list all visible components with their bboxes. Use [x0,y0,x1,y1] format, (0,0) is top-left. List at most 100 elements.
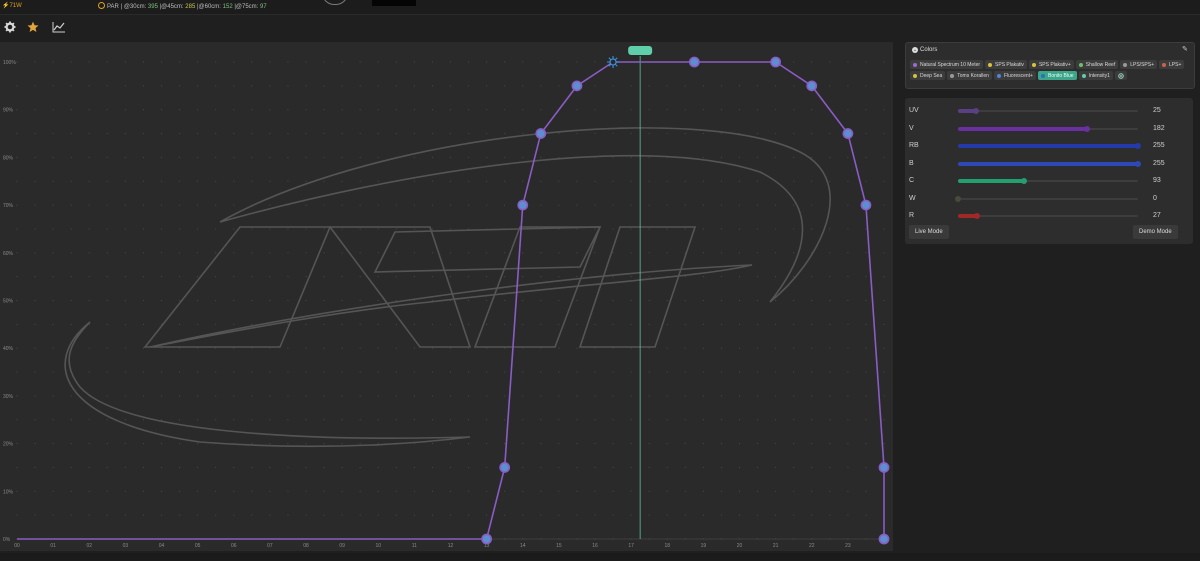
slider-handle[interactable] [1020,178,1027,184]
slider-handle[interactable] [974,213,981,219]
color-preset-chip[interactable]: Toms Korallen [947,71,992,80]
y-tick-label: 0% [3,537,11,543]
channel-row-c: C 93 [905,174,1193,188]
chart-line-icon[interactable] [51,19,67,35]
color-preset-label: Natural Spectrum 10 Meter [920,61,981,68]
x-tick-label: 12 [448,543,454,549]
color-preset-chip[interactable]: Fluorescent+ [993,71,1036,80]
light-schedule-chart[interactable]: 00 01 02 03 04 05 06 07 08 09 10 11 12 13 14 15 16 17 18 19… [0,42,893,551]
channel-slider[interactable] [955,195,1138,202]
channel-label: W [909,194,916,202]
color-preset-label: SPS Plakativ+ [1038,61,1071,68]
x-tick-label: 08 [303,543,309,549]
color-dot-icon [1162,62,1166,67]
schedule-point[interactable] [535,128,547,139]
channel-label: UV [909,107,919,114]
color-preset-chip[interactable]: LPS+ [1159,60,1185,69]
chevron-down-icon[interactable]: ⌄ [912,47,918,53]
channel-value: 25 [1153,107,1161,114]
color-preset-chip[interactable]: LPS/SPS+ [1120,60,1157,69]
schedule-point[interactable] [806,80,818,92]
channel-slider[interactable] [958,160,1141,167]
schedule-point[interactable] [499,462,511,473]
schedule-point[interactable] [481,533,493,545]
schedule-point[interactable] [842,128,854,139]
y-tick-label: 20% [3,442,14,448]
live-mode-button[interactable]: Live Mode [909,225,949,239]
color-preset-chip[interactable]: Shallow Reef [1075,60,1119,69]
selected-point-icon[interactable] [607,56,620,68]
channel-row-uv: UV 25 [905,104,1193,118]
color-preset-chip[interactable]: Deep Sea [910,71,946,80]
current-time-handle[interactable] [628,46,653,55]
slider-handle[interactable] [955,195,961,202]
color-preset-chip[interactable]: SPS Plakativ [985,60,1027,69]
demo-mode-button[interactable]: Demo Mode [1133,225,1178,239]
color-preset-label: SPS Plakativ [995,61,1024,68]
slider-fill [958,179,1024,183]
channel-row-b: B 255 [905,157,1193,171]
channel-slider[interactable] [958,213,1138,219]
chart-canvas[interactable]: 00 01 02 03 04 05 06 07 08 09 10 11 12 13 14 15 16 17 18 19… [0,42,893,551]
watermark-logo [64,127,831,448]
x-tick-label: 20 [737,543,743,549]
x-tick-label: 21 [773,543,779,549]
channel-slider[interactable] [958,143,1141,149]
color-preset-chip[interactable]: Intensity1 [1078,71,1113,80]
color-dot-icon [950,73,955,78]
schedule-point[interactable] [571,80,583,92]
slider-fill [958,161,1138,166]
color-preset-label: Fluorescent+ [1003,72,1033,79]
color-preset-chip[interactable]: SPS Plakativ+ [1028,60,1074,69]
schedule-point[interactable] [517,199,529,211]
color-dot-icon [913,73,917,78]
slider-fill [958,144,1138,148]
color-preset-label: LPS+ [1169,61,1182,68]
slider-handle[interactable] [972,108,979,114]
x-tick-label: 16 [592,543,598,549]
colors-panel: ⌄ Colors ✎ Natural Spectrum 10 Meter SPS P… [905,42,1195,89]
y-tick-label: 10% [3,489,14,495]
channel-label: C [909,177,915,184]
color-dot-icon [1123,62,1128,67]
y-tick-label: 30% [3,394,14,400]
x-tick-label: 07 [267,543,273,549]
slider-handle[interactable] [1083,125,1090,132]
channel-label: RB [909,142,919,149]
channel-slider[interactable] [958,125,1138,132]
channel-value: 182 [1153,124,1165,132]
header-block [372,0,416,6]
channel-slider[interactable] [958,108,1138,114]
slider-handle[interactable] [1135,143,1141,149]
schedule-point[interactable] [878,462,890,473]
gear-icon[interactable] [2,19,18,35]
y-tick-label: 60% [3,251,14,257]
slider-handle[interactable] [1135,160,1141,167]
color-dot-icon [1078,62,1083,67]
add-preset-icon[interactable] [1114,71,1127,80]
channel-value: 0 [1153,194,1157,202]
star-icon[interactable] [25,19,41,35]
color-preset-label: Toms Korallen [957,72,989,79]
channel-sliders: Live Mode Demo Mode UV 25 V 182 RB 255 B 255 C 93… [905,98,1193,244]
schedule-point[interactable] [770,56,782,68]
pencil-icon[interactable]: ✎ [1182,45,1190,53]
channel-row-v: V 182 [905,122,1193,136]
colors-panel-header[interactable]: ⌄ Colors [912,47,937,53]
channel-slider[interactable] [958,178,1138,184]
schedule-point[interactable] [688,56,700,68]
bottom-bar [0,553,1200,561]
color-preset-chip[interactable]: Natural Spectrum 10 Meter [910,60,984,69]
schedule-point[interactable] [878,533,890,545]
color-preset-chip[interactable]: Bonito Blue [1037,71,1077,80]
x-tick-label: 19 [701,543,707,549]
color-dot-icon [1081,73,1086,78]
x-tick-label: 01 [50,543,56,549]
channel-label: V [909,124,914,132]
channel-value: 93 [1153,177,1161,184]
color-dot-icon [913,62,917,67]
x-tick-label: 18 [664,543,670,549]
schedule-point[interactable] [860,199,872,211]
color-preset-label: LPS/SPS+ [1130,61,1154,68]
channel-value: 27 [1153,212,1161,219]
